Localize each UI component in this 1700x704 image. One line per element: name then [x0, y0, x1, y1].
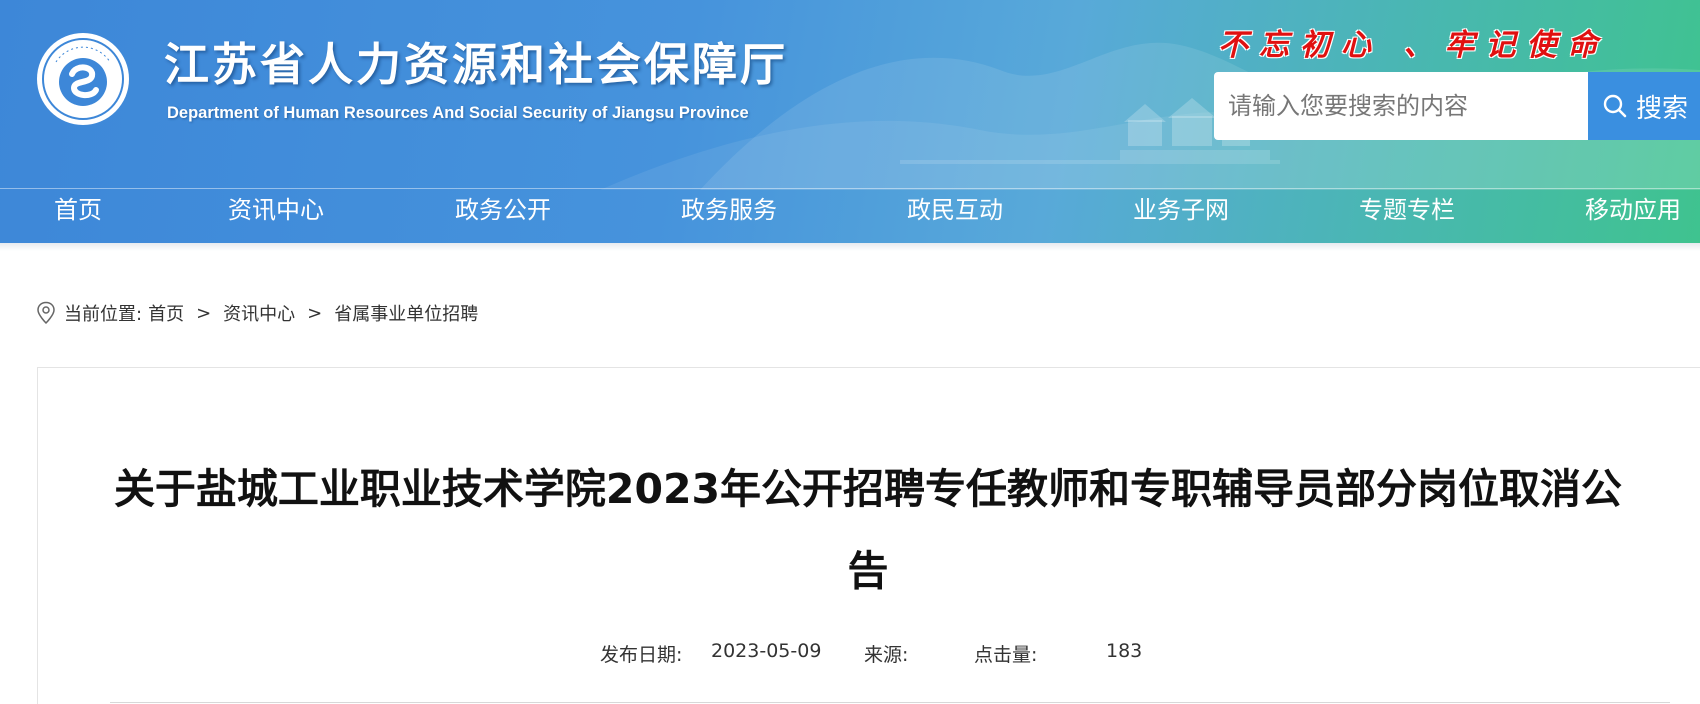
publish-date-value: 2023-05-09 [711, 640, 822, 662]
nav-item-citizen-interaction[interactable]: 政民互动 [907, 189, 1003, 243]
meta-divider [110, 702, 1670, 703]
nav-item-news-center[interactable]: 资讯中心 [228, 189, 324, 243]
publish-date-label: 发布日期: [600, 644, 683, 666]
nav-item-government-affairs[interactable]: 政务公开 [455, 189, 551, 243]
site-subtitle: Department of Human Resources And Social… [167, 104, 749, 122]
site-title: 江苏省人力资源和社会保障厅 [164, 38, 789, 91]
click-count-value: 183 [1106, 640, 1143, 662]
main-nav: 首页 资讯中心 政务公开 政务服务 政民互动 业务子网 专题专栏 移动应用 [0, 189, 1700, 243]
nav-item-mobile-apps[interactable]: 移动应用 [1585, 189, 1681, 243]
breadcrumb-separator: > [196, 302, 212, 324]
breadcrumb-separator: > [307, 302, 323, 324]
click-count-label: 点击量: [974, 644, 1038, 666]
nav-item-home[interactable]: 首页 [54, 189, 102, 243]
nav-item-special-topics[interactable]: 专题专栏 [1359, 189, 1455, 243]
breadcrumb-prefix: 当前位置: [64, 304, 143, 325]
source-label: 来源: [864, 644, 909, 666]
site-header: 江苏省人力资源和社会保障厅 Department of Human Resour… [0, 0, 1700, 243]
search-icon [1603, 94, 1627, 118]
search-button-label: 搜索 [1636, 93, 1689, 124]
search-input[interactable] [1214, 72, 1588, 140]
search-button[interactable]: 搜索 [1588, 72, 1700, 140]
breadcrumb-news-center[interactable]: 资讯中心 [223, 300, 295, 326]
nav-item-business-subsites[interactable]: 业务子网 [1133, 189, 1229, 243]
article-panel: 关于盐城工业职业技术学院2023年公开招聘专任教师和专职辅导员部分岗位取消公告 … [37, 367, 1700, 704]
site-logo[interactable] [36, 32, 130, 126]
slogan-banner: 不忘初心 、牢记使命 [1218, 28, 1609, 63]
nav-item-government-services[interactable]: 政务服务 [681, 189, 777, 243]
location-pin-icon [37, 301, 55, 325]
breadcrumb: 当前位置: 首页 > 资讯中心 > 省属事业单位招聘 [36, 298, 478, 328]
article-title: 关于盐城工业职业技术学院2023年公开招聘专任教师和专职辅导员部分岗位取消公告 [113, 465, 1623, 595]
breadcrumb-home[interactable]: 首页 [148, 300, 184, 326]
breadcrumb-provincial-recruitment[interactable]: 省属事业单位招聘 [334, 300, 478, 326]
header-shadow [0, 243, 1700, 251]
